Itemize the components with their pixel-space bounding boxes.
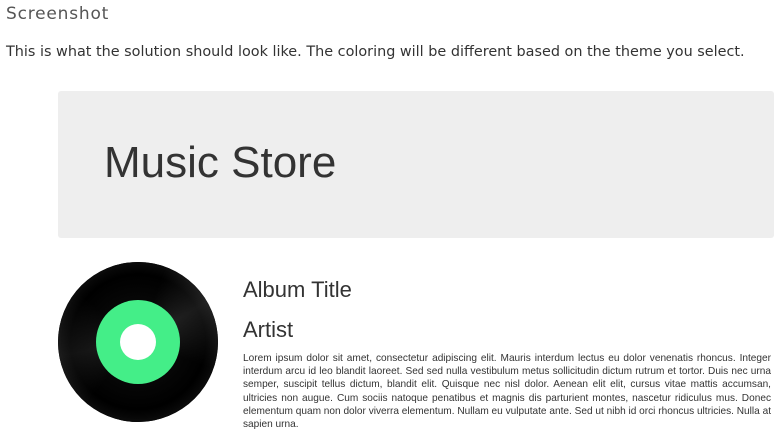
album-title: Album Title [243,277,352,302]
section-heading: Screenshot [6,4,110,24]
intro-text: This is what the solution should look li… [6,44,745,60]
vinyl-record-icon [58,262,218,422]
jumbotron: Music Store [58,91,774,238]
site-title: Music Store [104,138,337,187]
album-card: Album Title Artist Lorem ipsum dolor sit… [58,262,774,446]
album-description: Lorem ipsum dolor sit amet, consectetur … [243,353,771,431]
album-artist: Artist [243,317,294,342]
vinyl-center-hole [120,324,156,360]
